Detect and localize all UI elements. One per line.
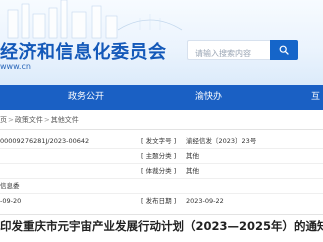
breadcrumb: 页>政策文件>其他文件 bbox=[0, 115, 79, 125]
nav-item-yukuaiban[interactable]: 渝快办 bbox=[195, 85, 222, 110]
search-input[interactable] bbox=[188, 44, 270, 63]
nav-item-interaction[interactable]: 互 bbox=[311, 85, 320, 110]
breadcrumb-home[interactable]: 页 bbox=[0, 116, 7, 124]
topic-category-label: [ 主题分类 ] bbox=[141, 152, 177, 160]
site-url: www.cn bbox=[0, 62, 31, 71]
genre-category-value: 其他 bbox=[186, 167, 199, 175]
metadata-row: 信息委 bbox=[0, 179, 323, 194]
document-metadata-table: 00009276281J/2023-00642 [ 发文字号 ] 渝经信发〔20… bbox=[0, 129, 323, 215]
metadata-row: [ 主题分类 ] 其他 bbox=[0, 149, 323, 164]
written-date-value: -09-20 bbox=[0, 197, 22, 205]
document-number-label: [ 发文字号 ] bbox=[141, 137, 177, 145]
publish-date-value: 2023-09-22 bbox=[186, 197, 224, 205]
publish-date-label: [ 发布日期 ] bbox=[141, 197, 177, 205]
breadcrumb-policy-files[interactable]: 政策文件 bbox=[15, 116, 43, 124]
main-nav: 政务公开 渝快办 互 bbox=[0, 85, 323, 110]
metadata-row: -09-20 [ 发布日期 ] 2023-09-22 bbox=[0, 194, 323, 208]
genre-category-label: [ 体裁分类 ] bbox=[141, 167, 177, 175]
document-number-value: 渝经信发〔2023〕23号 bbox=[186, 137, 257, 145]
breadcrumb-separator: > bbox=[43, 116, 50, 124]
topic-category-value: 其他 bbox=[186, 152, 199, 160]
search-box bbox=[187, 40, 270, 63]
breadcrumb-other-files[interactable]: 其他文件 bbox=[51, 116, 79, 124]
nav-item-government-affairs[interactable]: 政务公开 bbox=[68, 85, 104, 110]
search-button[interactable] bbox=[270, 40, 298, 60]
site-header: 经济和信息化委员会 www.cn bbox=[0, 0, 323, 85]
breadcrumb-separator: > bbox=[8, 116, 14, 124]
site-title[interactable]: 经济和信息化委员会 bbox=[0, 38, 167, 64]
document-title: 印发重庆市元宇宙产业发展行动计划（2023—2025年）的通知 bbox=[0, 219, 323, 233]
metadata-row: [ 体裁分类 ] 其他 bbox=[0, 164, 323, 179]
issuing-agency-value: 信息委 bbox=[0, 182, 20, 190]
search-icon bbox=[279, 45, 289, 55]
metadata-row: 00009276281J/2023-00642 [ 发文字号 ] 渝经信发〔20… bbox=[0, 134, 323, 149]
index-number-value: 00009276281J/2023-00642 bbox=[0, 137, 90, 145]
